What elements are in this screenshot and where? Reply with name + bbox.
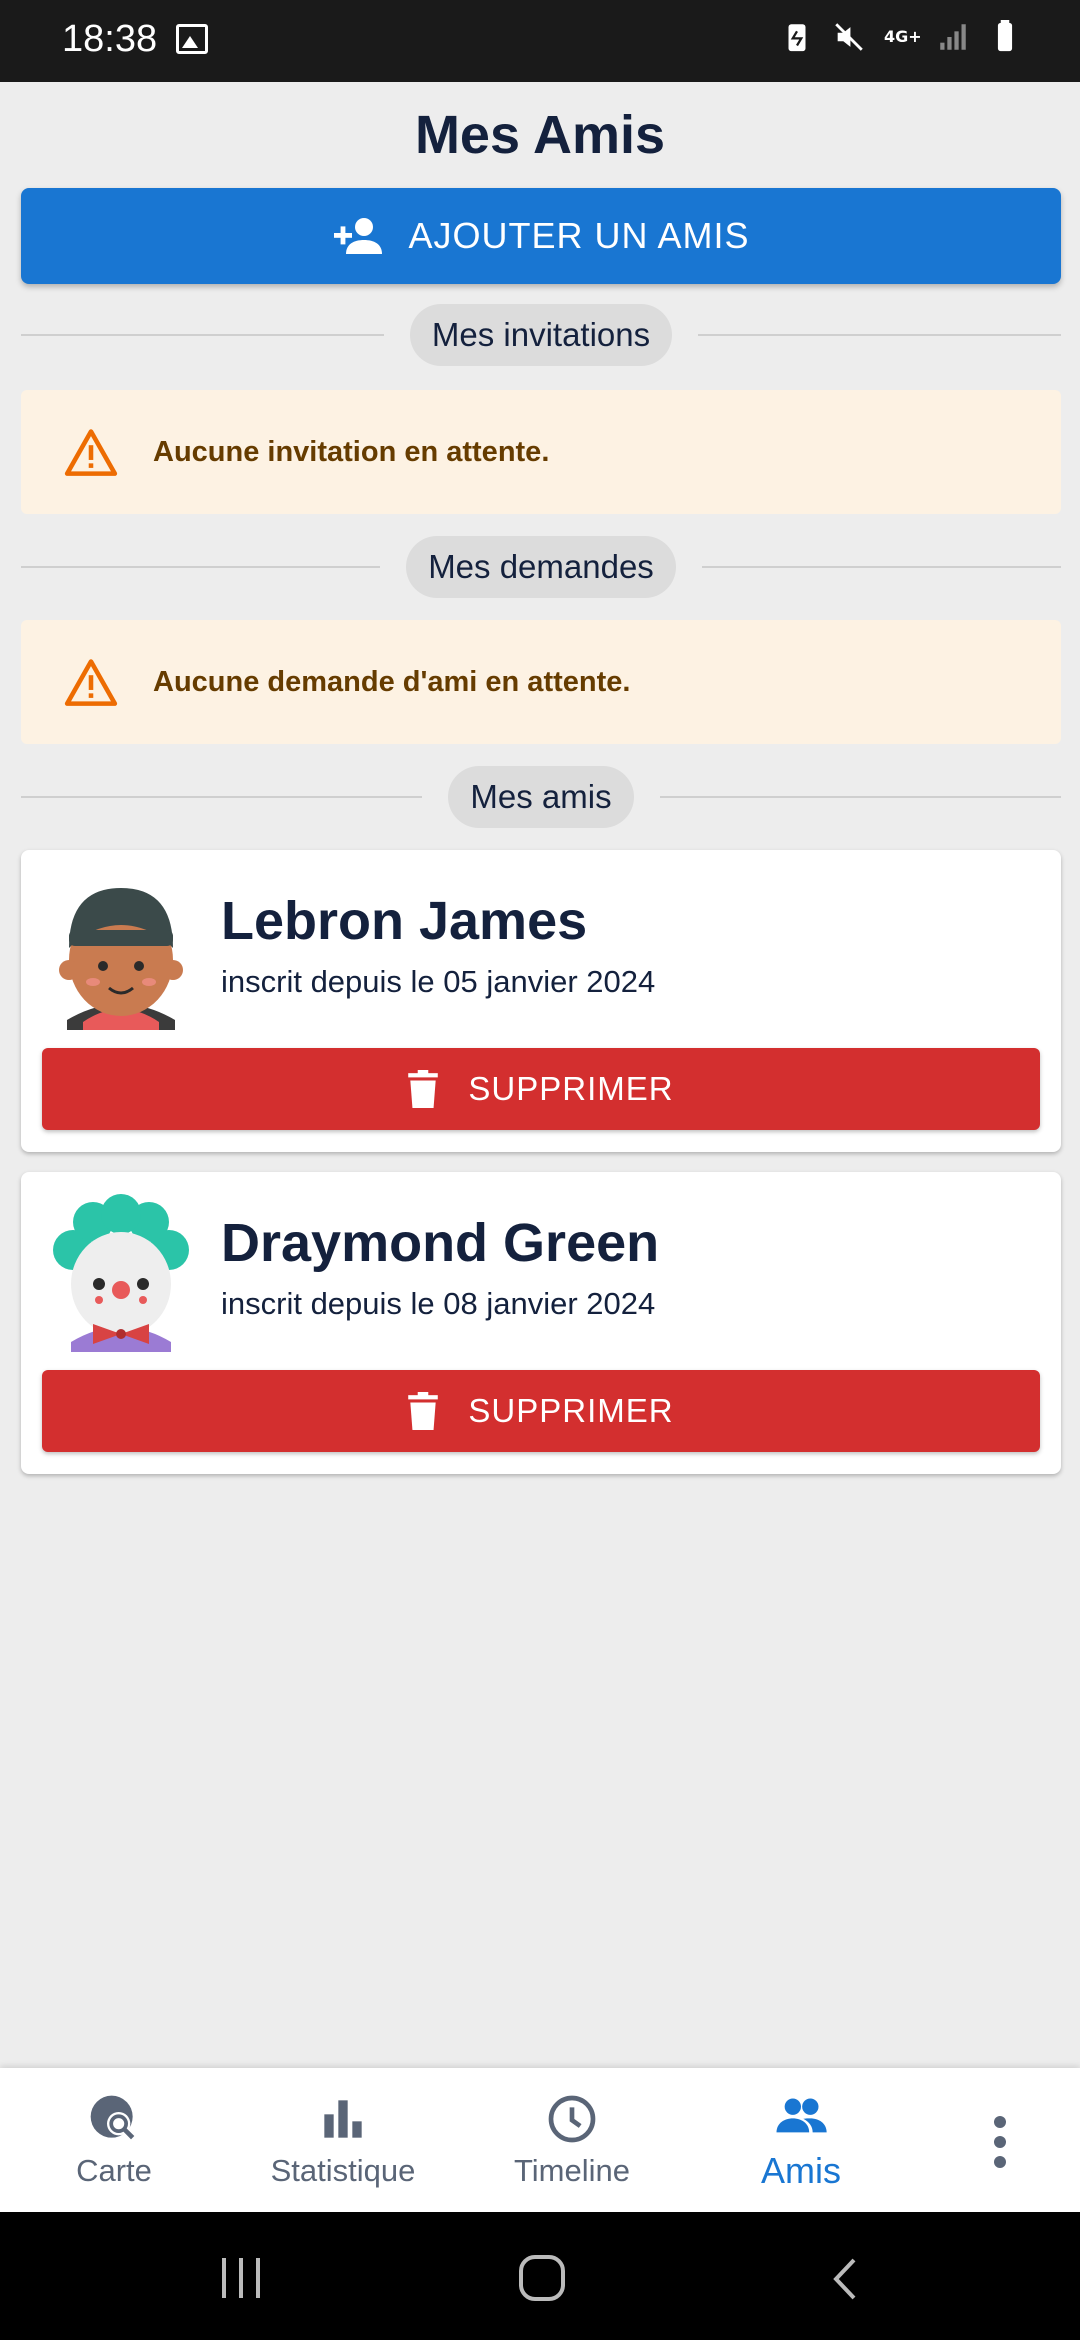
system-nav-bar (0, 2212, 1080, 2340)
divider-line (21, 566, 381, 568)
invitations-empty-text: Aucune invitation en attente. (153, 435, 550, 468)
friends-heading: Mes amis (448, 766, 634, 828)
friend-card: Lebron James inscrit depuis le 05 janvie… (21, 850, 1061, 1152)
person-add-icon (334, 218, 383, 254)
nav-label: Statistique (270, 2153, 416, 2188)
delete-label: SUPPRIMER (468, 1070, 674, 1107)
invitations-divider: Mes invitations (21, 304, 1062, 366)
nav-item-timeline[interactable]: Timeline (494, 2068, 650, 2212)
recent-apps-icon[interactable] (218, 2256, 264, 2300)
friend-name: Lebron James (221, 891, 588, 951)
status-bar: 18:38 4G+ (0, 0, 1080, 82)
battery-saver-icon (788, 24, 806, 52)
warning-icon (64, 659, 118, 706)
divider-line (659, 796, 1061, 798)
requests-empty-text: Aucune demande d'ami en attente. (153, 665, 631, 698)
divider-line (21, 796, 423, 798)
mute-icon (835, 23, 863, 51)
add-friend-button[interactable]: AJOUTER UN AMIS (21, 188, 1061, 284)
requests-empty-alert: Aucune demande d'ami en attente. (21, 620, 1061, 744)
friend-since: inscrit depuis le 05 janvier 2024 (221, 964, 656, 999)
network-type: 4G+ (884, 27, 922, 46)
signal-icon (940, 24, 966, 50)
warning-icon (64, 429, 118, 476)
requests-divider: Mes demandes (21, 536, 1061, 598)
clock-icon (548, 2095, 596, 2143)
friend-name: Draymond Green (221, 1213, 660, 1273)
back-icon[interactable] (828, 2256, 862, 2302)
friend-since: inscrit depuis le 08 janvier 2024 (221, 1286, 656, 1321)
trash-icon (408, 1070, 439, 1108)
status-time: 18:38 (62, 18, 158, 60)
people-icon (776, 2098, 827, 2133)
delete-friend-button[interactable]: SUPPRIMER (42, 1048, 1040, 1130)
divider-line (21, 334, 384, 336)
divider-line (701, 566, 1061, 568)
status-icons: 4G+ (780, 20, 1022, 54)
nav-item-amis[interactable]: Amis (738, 2068, 864, 2212)
nav-label: Amis (761, 2150, 841, 2191)
add-friend-label: AJOUTER UN AMIS (408, 215, 750, 256)
trash-icon (408, 1392, 439, 1430)
delete-label: SUPPRIMER (468, 1392, 674, 1429)
nav-item-statistique[interactable]: Statistique (248, 2068, 438, 2212)
more-vert-icon[interactable] (980, 2114, 1020, 2170)
nav-item-carte[interactable]: Carte (44, 2068, 184, 2212)
friend-card: Draymond Green inscrit depuis le 08 janv… (21, 1172, 1061, 1474)
page-title: Mes Amis (414, 105, 666, 165)
friends-divider: Mes amis (21, 766, 1061, 828)
requests-heading: Mes demandes (406, 536, 676, 598)
map-search-icon (90, 2095, 135, 2140)
delete-friend-button[interactable]: SUPPRIMER (42, 1370, 1040, 1452)
boy-avatar-icon (51, 884, 191, 1030)
nav-label: Timeline (514, 2153, 630, 2188)
bar-chart-icon (324, 2100, 362, 2138)
clown-avatar-icon (51, 1194, 191, 1352)
home-icon[interactable] (518, 2254, 566, 2302)
nav-label: Carte (76, 2153, 152, 2188)
bottom-navigation: Carte Statistique Timeline Amis (0, 2068, 1080, 2212)
invitations-empty-alert: Aucune invitation en attente. (21, 390, 1061, 514)
battery-icon (997, 20, 1013, 52)
image-notification-icon (176, 24, 208, 54)
invitations-heading: Mes invitations (409, 304, 673, 366)
divider-line (698, 334, 1062, 336)
